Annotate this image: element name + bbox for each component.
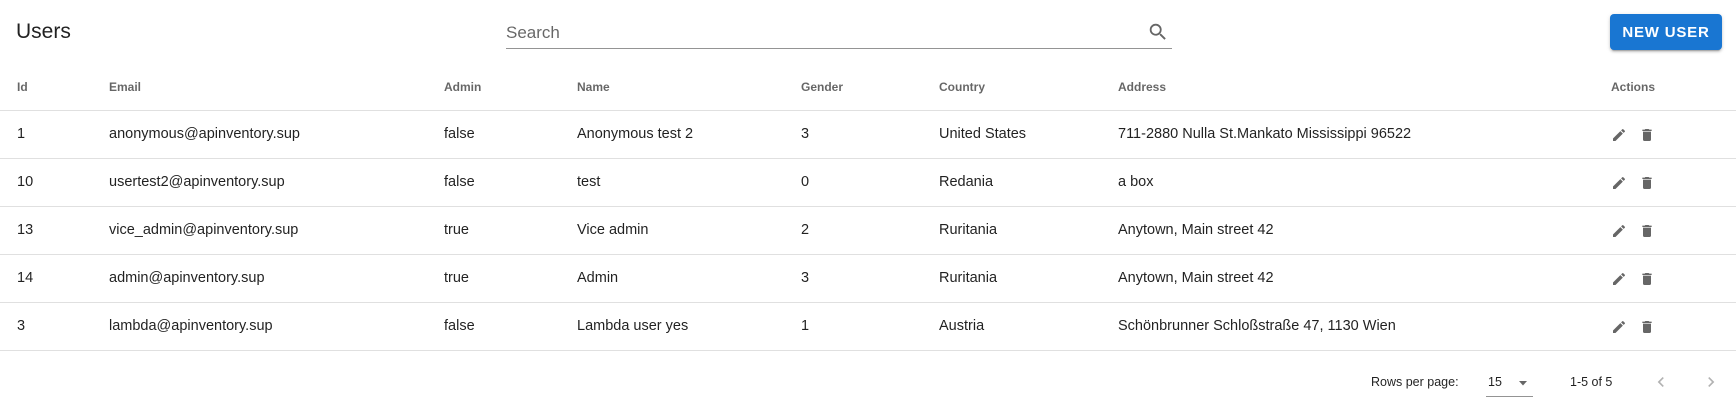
cell-email: usertest2@apinventory.sup	[109, 174, 285, 190]
cell-address: Anytown, Main street 42	[1118, 270, 1274, 286]
table-row[interactable]: 10 usertest2@apinventory.sup false test …	[0, 159, 1736, 207]
cell-name: Anonymous test 2	[577, 126, 694, 142]
delete-icon[interactable]	[1636, 268, 1658, 290]
cell-email: admin@apinventory.sup	[109, 270, 265, 286]
edit-icon[interactable]	[1608, 124, 1630, 146]
table-header: Id Email Admin Name Gender Country Addre…	[0, 63, 1736, 111]
new-user-button[interactable]: NEW USER	[1610, 14, 1722, 50]
row-actions	[1608, 220, 1658, 242]
table-row[interactable]: 14 admin@apinventory.sup true Admin 3 Ru…	[0, 255, 1736, 303]
table-row[interactable]: 13 vice_admin@apinventory.sup true Vice …	[0, 207, 1736, 255]
cell-name: Lambda user yes	[577, 318, 689, 334]
rows-per-page-select[interactable]: 15	[1486, 367, 1533, 397]
edit-icon[interactable]	[1608, 220, 1630, 242]
cell-gender: 0	[801, 174, 810, 190]
cell-address: 711-2880 Nulla St.Mankato Mississippi 96…	[1118, 126, 1412, 142]
search-field[interactable]	[506, 18, 1172, 49]
column-header-actions: Actions	[1611, 80, 1656, 94]
cell-name: Vice admin	[577, 222, 649, 238]
delete-icon[interactable]	[1636, 172, 1658, 194]
cell-admin: false	[444, 126, 475, 142]
column-header-name[interactable]: Name	[577, 80, 610, 94]
cell-gender: 3	[801, 270, 810, 286]
search-input[interactable]	[506, 20, 1126, 46]
cell-name: Admin	[577, 270, 619, 286]
table-row[interactable]: 1 anonymous@apinventory.sup false Anonym…	[0, 111, 1736, 159]
cell-country: United States	[939, 126, 1027, 142]
cell-email: lambda@apinventory.sup	[109, 318, 273, 334]
chevron-right-icon[interactable]	[1697, 368, 1725, 396]
column-header-id[interactable]: Id	[17, 80, 28, 94]
cell-gender: 1	[801, 318, 810, 334]
cell-admin: false	[444, 174, 475, 190]
pagination-range: 1-5 of 5	[1570, 375, 1613, 389]
cell-gender: 2	[801, 222, 810, 238]
column-header-country[interactable]: Country	[939, 80, 985, 94]
cell-admin: true	[444, 222, 469, 238]
cell-name: test	[577, 174, 601, 190]
cell-country: Redania	[939, 174, 994, 190]
cell-address: Anytown, Main street 42	[1118, 222, 1274, 238]
cell-id: 3	[17, 318, 26, 334]
table-row[interactable]: 3 lambda@apinventory.sup false Lambda us…	[0, 303, 1736, 351]
toolbar: Users NEW USER	[0, 0, 1736, 66]
edit-icon[interactable]	[1608, 172, 1630, 194]
delete-icon[interactable]	[1636, 316, 1658, 338]
delete-icon[interactable]	[1636, 124, 1658, 146]
delete-icon[interactable]	[1636, 220, 1658, 242]
cell-admin: false	[444, 318, 475, 334]
cell-address: Schönbrunner Schloßstraße 47, 1130 Wien	[1118, 318, 1396, 334]
search-icon[interactable]	[1147, 21, 1169, 43]
cell-id: 14	[17, 270, 34, 286]
row-actions	[1608, 124, 1658, 146]
edit-icon[interactable]	[1608, 316, 1630, 338]
cell-address: a box	[1118, 174, 1154, 190]
cell-gender: 3	[801, 126, 810, 142]
column-header-gender[interactable]: Gender	[801, 80, 843, 94]
cell-id: 1	[17, 126, 26, 142]
row-actions	[1608, 316, 1658, 338]
rows-per-page-value: 15	[1488, 375, 1502, 389]
cell-country: Ruritania	[939, 222, 998, 238]
row-actions	[1608, 268, 1658, 290]
cell-country: Ruritania	[939, 270, 998, 286]
rows-per-page-label: Rows per page:	[1371, 375, 1459, 389]
table-pagination: Rows per page: 15 1-5 of 5	[0, 360, 1736, 404]
cell-country: Austria	[939, 318, 985, 334]
cell-email: anonymous@apinventory.sup	[109, 126, 300, 142]
edit-icon[interactable]	[1608, 268, 1630, 290]
cell-id: 10	[17, 174, 34, 190]
column-header-admin[interactable]: Admin	[444, 80, 481, 94]
chevron-left-icon[interactable]	[1647, 368, 1675, 396]
column-header-email[interactable]: Email	[109, 80, 141, 94]
row-actions	[1608, 172, 1658, 194]
page-title: Users	[16, 20, 71, 43]
cell-id: 13	[17, 222, 34, 238]
cell-admin: true	[444, 270, 469, 286]
chevron-down-icon	[1517, 376, 1529, 388]
cell-email: vice_admin@apinventory.sup	[109, 222, 299, 238]
column-header-address[interactable]: Address	[1118, 80, 1166, 94]
users-table: Id Email Admin Name Gender Country Addre…	[0, 63, 1736, 351]
